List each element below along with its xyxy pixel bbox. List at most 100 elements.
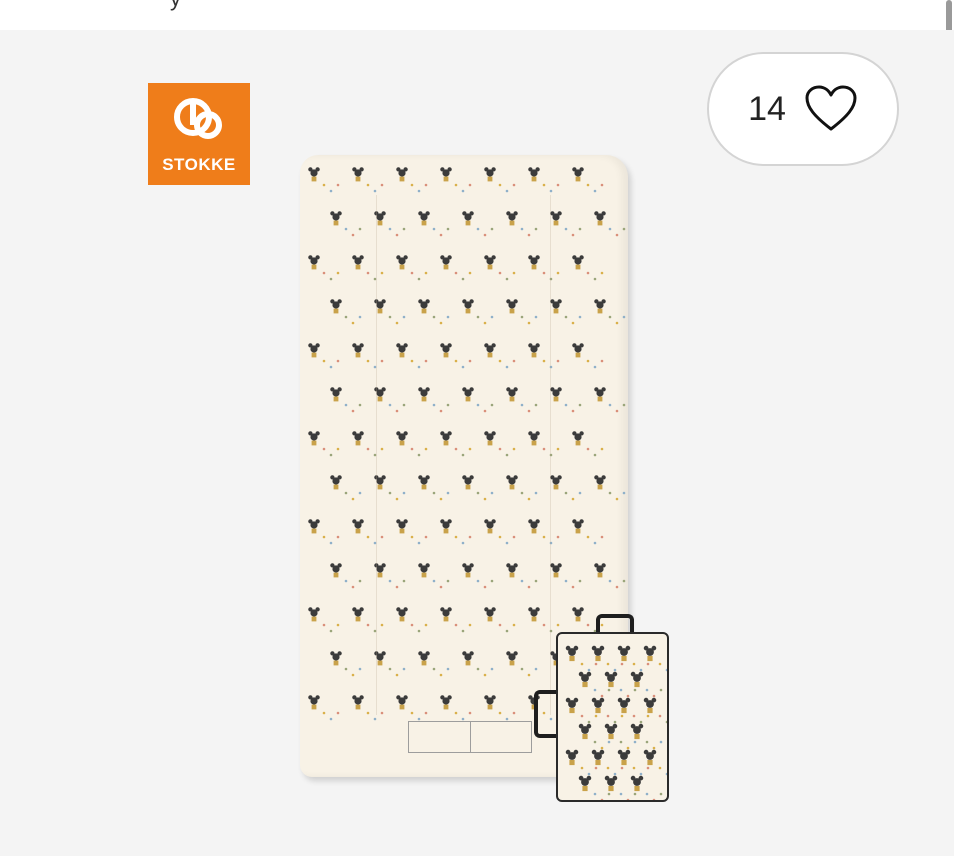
pattern-dot <box>490 667 494 671</box>
pattern-figure <box>506 651 518 666</box>
pattern-dot <box>505 541 509 545</box>
pattern-dot <box>600 447 604 451</box>
pattern-figure <box>604 671 618 688</box>
pattern-dot <box>410 535 414 539</box>
pattern-dot <box>593 740 597 744</box>
pattern-dot <box>410 711 414 715</box>
pattern-dot <box>633 688 637 692</box>
pattern-figure <box>578 723 592 740</box>
pattern-dot <box>329 629 333 633</box>
pattern-figure <box>330 651 342 666</box>
pattern-dot <box>505 189 509 193</box>
top-bar: y <box>0 0 960 30</box>
pattern-dot <box>424 535 428 539</box>
pattern-figure <box>506 211 518 226</box>
bag-print-pattern <box>565 645 667 800</box>
pattern-figure <box>396 343 408 358</box>
pattern-dot <box>388 491 392 495</box>
pattern-dot <box>646 662 650 666</box>
pattern-dot <box>527 585 531 589</box>
pattern-dot <box>329 717 333 721</box>
pattern-dot <box>388 667 392 671</box>
pattern-dot <box>358 403 362 407</box>
pattern-figure <box>418 299 430 314</box>
pattern-dot <box>564 227 568 231</box>
pattern-figure <box>396 255 408 270</box>
pattern-dot <box>615 409 619 413</box>
pattern-dot <box>586 359 590 363</box>
pattern-dot <box>461 365 465 369</box>
pattern-figure <box>440 167 452 182</box>
pattern-dot <box>594 714 598 718</box>
pattern-dot <box>534 315 538 319</box>
pattern-dot <box>432 491 436 495</box>
pattern-dot <box>520 667 524 671</box>
pattern-figure <box>308 343 320 358</box>
pattern-dot <box>336 623 340 627</box>
pattern-dot <box>322 623 326 627</box>
pattern-dot <box>380 359 384 363</box>
pattern-dot <box>476 227 480 231</box>
brand-name: STOKKE <box>162 155 236 174</box>
pattern-figure <box>462 475 474 490</box>
pattern-dot <box>410 359 414 363</box>
pattern-dot <box>461 541 465 545</box>
care-label <box>408 721 532 753</box>
pattern-dot <box>402 579 406 583</box>
pattern-dot <box>410 183 414 187</box>
pattern-dot <box>476 315 480 319</box>
pattern-dot <box>586 535 590 539</box>
pattern-dot <box>395 497 399 501</box>
pattern-figure <box>352 519 364 534</box>
pattern-dot <box>615 497 619 501</box>
pattern-dot <box>632 662 636 666</box>
pattern-dot <box>498 359 502 363</box>
pattern-figure <box>643 697 657 714</box>
like-button[interactable]: 14 <box>707 52 899 166</box>
pattern-dot <box>600 183 604 187</box>
pattern-dot <box>613 772 617 776</box>
pattern-figure <box>565 749 579 766</box>
pattern-dot <box>556 183 560 187</box>
pattern-dot <box>395 233 399 237</box>
pattern-dot <box>454 623 458 627</box>
pattern-dot <box>380 623 384 627</box>
pattern-figure <box>572 343 584 358</box>
pattern-dot <box>580 662 584 666</box>
pattern-dot <box>336 535 340 539</box>
carry-bag-image <box>556 632 669 802</box>
pattern-dot <box>388 579 392 583</box>
pattern-figure <box>484 431 496 446</box>
pattern-dot <box>476 667 480 671</box>
pattern-dot <box>490 403 494 407</box>
pattern-dot <box>626 798 630 800</box>
pattern-figure <box>572 431 584 446</box>
pattern-dot <box>424 359 428 363</box>
pattern-dot <box>402 227 406 231</box>
pattern-dot <box>607 792 611 796</box>
pattern-figure <box>352 431 364 446</box>
pattern-dot <box>542 359 546 363</box>
pattern-dot <box>665 720 667 724</box>
pattern-dot <box>645 792 649 796</box>
pattern-figure <box>528 255 540 270</box>
pattern-dot <box>594 766 598 770</box>
pattern-dot <box>446 227 450 231</box>
pattern-dot <box>615 233 619 237</box>
brand-mark-icon <box>174 98 222 139</box>
pattern-dot <box>659 792 663 796</box>
pattern-dot <box>527 321 531 325</box>
pattern-dot <box>380 535 384 539</box>
pattern-dot <box>402 403 406 407</box>
pattern-figure <box>572 519 584 534</box>
pattern-dot <box>329 365 333 369</box>
pattern-dot <box>505 453 509 457</box>
pattern-dot <box>542 271 546 275</box>
pattern-figure <box>617 645 631 662</box>
pattern-dot <box>520 579 524 583</box>
pattern-dot <box>468 447 472 451</box>
pattern-dot <box>571 585 575 589</box>
pattern-dot <box>593 792 597 796</box>
pattern-dot <box>476 491 480 495</box>
pattern-dot <box>608 491 612 495</box>
